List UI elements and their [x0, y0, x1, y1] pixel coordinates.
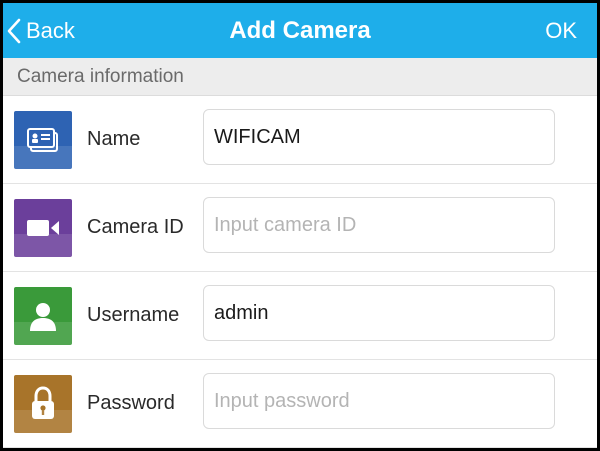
page-title: Add Camera [229, 16, 371, 44]
password-label: Password [87, 392, 175, 414]
password-input[interactable] [203, 373, 555, 429]
name-card-icon [14, 111, 72, 169]
name-input[interactable] [203, 109, 555, 165]
navigation-bar: Back Add Camera OK [3, 3, 597, 58]
back-label: Back [26, 17, 75, 43]
username-input[interactable] [203, 285, 555, 341]
video-camera-icon [14, 199, 72, 257]
camera-id-label: Camera ID [87, 216, 184, 238]
section-header: Camera information [3, 58, 597, 96]
ok-button[interactable]: OK [545, 3, 577, 58]
camera-id-input[interactable] [203, 197, 555, 253]
chevron-left-icon [7, 18, 21, 43]
back-button[interactable]: Back [7, 3, 75, 58]
lock-icon [14, 375, 72, 433]
username-row: Username [3, 272, 597, 360]
section-title: Camera information [17, 65, 184, 87]
username-label: Username [87, 304, 180, 326]
name-row: Name [3, 96, 597, 184]
add-camera-screen: Back Add Camera OK Camera information Na… [3, 3, 597, 448]
camera-id-row: Camera ID [3, 184, 597, 272]
name-label: Name [87, 128, 141, 150]
user-icon [14, 287, 72, 345]
password-row: Password [3, 360, 597, 448]
